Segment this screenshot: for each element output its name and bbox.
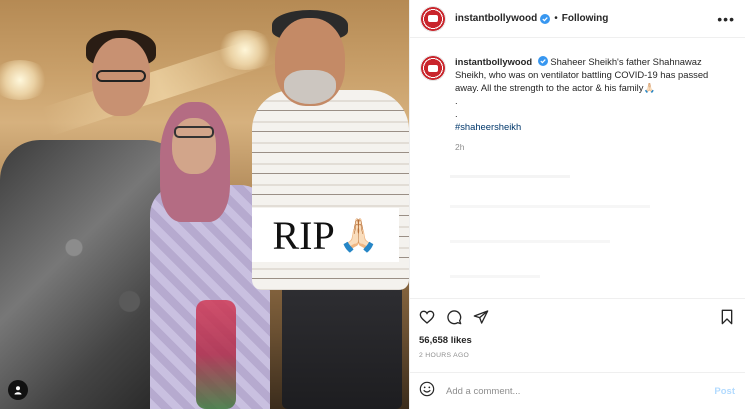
username-link[interactable]: instantbollywood <box>455 13 537 24</box>
verified-icon <box>537 56 548 66</box>
post-photo[interactable]: RIP 🙏🏻 <box>0 0 409 409</box>
folded-hands-emoji: 🙏🏻 <box>338 216 379 254</box>
faded-comments-area <box>450 175 650 278</box>
rip-text: RIP <box>272 212 335 258</box>
post-actions: 56,658 likes 2 HOURS AGO <box>409 298 745 359</box>
bookmark-icon <box>721 309 733 325</box>
comment-icon <box>447 310 462 325</box>
emoji-button[interactable] <box>419 381 435 402</box>
share-icon <box>473 310 489 324</box>
post-header: instantbollywood • Following ••• <box>410 0 745 38</box>
caption-dot: . <box>455 95 458 106</box>
caption-dot: . <box>455 108 458 119</box>
post-button[interactable]: Post <box>714 386 735 397</box>
comment-input[interactable] <box>446 385 715 397</box>
person-right-pants <box>282 280 402 409</box>
person-right-beard <box>284 70 336 104</box>
caption-time: 2h <box>455 142 465 152</box>
ceiling-light <box>0 60 50 100</box>
emoji-icon <box>419 381 435 396</box>
heart-icon <box>419 310 435 324</box>
save-button[interactable] <box>719 309 735 325</box>
verified-icon <box>540 13 551 24</box>
rip-overlay: RIP 🙏🏻 <box>252 208 399 262</box>
person-left-glasses <box>96 70 146 82</box>
caption-username[interactable]: instantbollywood <box>455 56 532 67</box>
likes-count[interactable]: 56,658 likes <box>409 335 745 346</box>
share-button[interactable] <box>473 309 489 325</box>
like-button[interactable] <box>419 309 435 325</box>
separator-dot: • <box>554 13 558 24</box>
user-tag-icon[interactable] <box>8 380 28 400</box>
more-icon[interactable]: ••• <box>717 12 735 26</box>
post-timestamp: 2 HOURS AGO <box>419 352 470 359</box>
person-middle-glasses <box>174 126 214 138</box>
light-beam <box>41 33 279 137</box>
hashtag-link[interactable]: #shaheersheikh <box>455 120 725 133</box>
flower-pattern <box>196 300 236 409</box>
following-button[interactable]: Following <box>562 13 609 24</box>
comment-bar: Post <box>409 372 745 409</box>
avatar[interactable] <box>420 5 446 32</box>
caption-avatar[interactable] <box>420 55 446 81</box>
caption: instantbollywood Shaheer Sheikh's father… <box>420 55 735 154</box>
caption-text-block: instantbollywood Shaheer Sheikh's father… <box>455 55 725 154</box>
comment-button[interactable] <box>446 309 462 325</box>
